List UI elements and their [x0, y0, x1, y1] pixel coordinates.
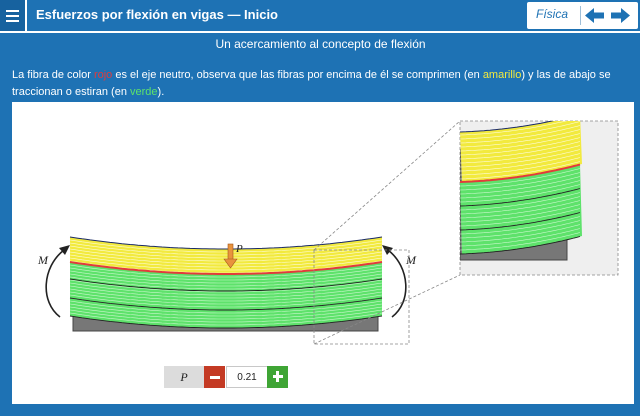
- plus-icon-bar: [276, 371, 279, 382]
- moment-label-left: M: [37, 253, 49, 267]
- top-bar: Esfuerzos por flexión en vigas — Inicio …: [0, 0, 640, 33]
- moment-arrow-right: [387, 249, 407, 318]
- beam-diagram: M M P: [37, 120, 619, 345]
- moment-label-right: M: [405, 253, 417, 267]
- simulation-canvas: M M P P 0.21: [12, 102, 634, 404]
- desc-green-word: verde: [130, 86, 158, 98]
- main-content: Un acercamiento al concepto de flexión L…: [7, 32, 634, 406]
- load-value-field[interactable]: 0.21: [226, 366, 268, 388]
- load-control: P 0.21: [164, 366, 290, 388]
- arrow-left-icon[interactable]: [585, 8, 604, 23]
- desc-red-word: rojo: [93, 69, 113, 81]
- zoom-fibers: [460, 121, 582, 255]
- nav-panel: Física: [527, 2, 638, 29]
- desc-yellow-word: amarillo: [482, 69, 522, 81]
- load-arrow-shaft: [227, 243, 234, 261]
- page-title: Esfuerzos por flexión en vigas — Inicio: [36, 7, 278, 22]
- menu-icon[interactable]: [0, 0, 27, 31]
- zoom-connector-top: [313, 120, 461, 251]
- increase-button[interactable]: [267, 366, 288, 388]
- arrow-right-icon[interactable]: [611, 8, 630, 23]
- load-label: P: [235, 243, 243, 255]
- beam-fibers: [69, 236, 383, 329]
- desc-part1: La fibra de color: [12, 69, 94, 81]
- load-control-label: P: [164, 366, 204, 388]
- moment-arrow-left: [45, 249, 65, 318]
- description-text: La fibra de color rojo es el eje neutro,…: [12, 67, 632, 101]
- section-subtitle: Un acercamiento al concepto de flexión: [215, 37, 426, 51]
- desc-part4: ).: [157, 86, 165, 98]
- minus-icon: [209, 375, 220, 379]
- subject-link[interactable]: Física: [536, 7, 568, 21]
- decrease-button[interactable]: [204, 366, 225, 388]
- nav-divider: [580, 6, 581, 25]
- desc-part2: es el eje neutro, observa que las fibras…: [112, 69, 483, 81]
